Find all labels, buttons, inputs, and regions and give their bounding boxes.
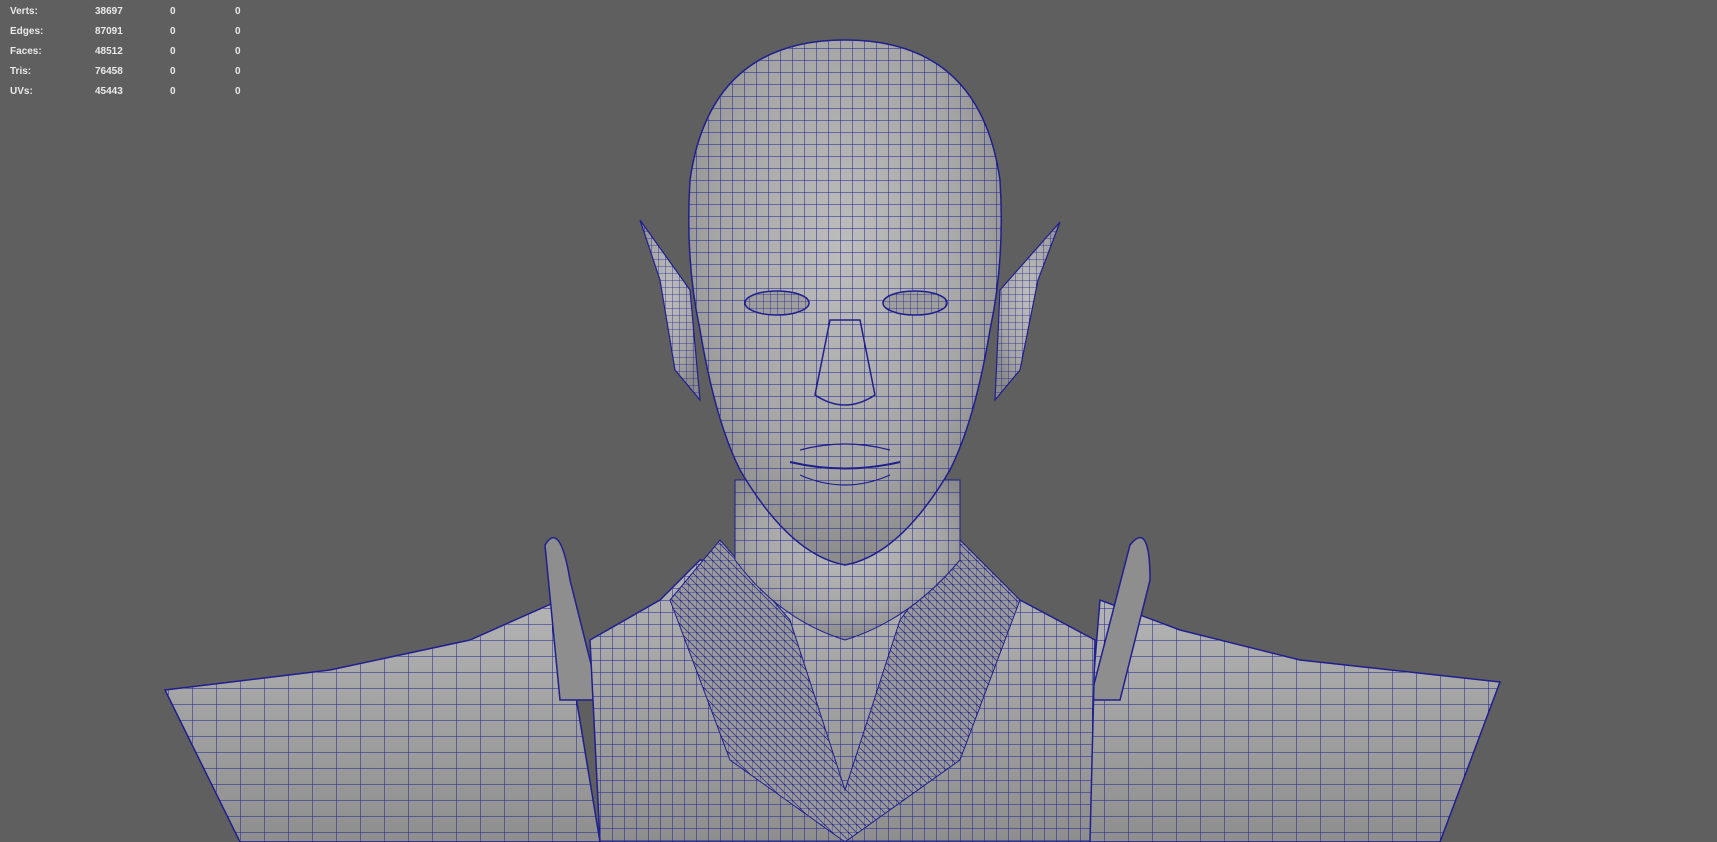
hud-label: Edges: <box>10 26 44 37</box>
hud-row-tris: Tris: 76458 0 0 <box>10 62 275 82</box>
right-pauldron <box>1079 537 1502 842</box>
hud-component: 0 <box>235 46 241 57</box>
hud-row-uvs: UVs: 45443 0 0 <box>10 82 275 102</box>
hud-component: 0 <box>235 6 241 17</box>
hud-label: Tris: <box>10 66 32 77</box>
hud-selected: 0 <box>170 6 176 17</box>
hud-label: Verts: <box>10 6 38 17</box>
hud-selected: 0 <box>170 26 176 37</box>
hud-total: 87091 <box>95 26 123 37</box>
hud-label: Faces: <box>10 46 42 57</box>
hud-component: 0 <box>235 86 241 97</box>
hud-total: 48512 <box>95 46 123 57</box>
hud-label: UVs: <box>10 86 33 97</box>
hud-row-faces: Faces: 48512 0 0 <box>10 42 275 62</box>
poly-count-hud: Verts: 38697 0 0 Edges: 87091 0 0 Faces:… <box>10 2 275 102</box>
hud-row-edges: Edges: 87091 0 0 <box>10 22 275 42</box>
hud-component: 0 <box>235 66 241 77</box>
hud-component: 0 <box>235 26 241 37</box>
mesh-render <box>163 39 1502 842</box>
hud-total: 45443 <box>95 86 123 97</box>
viewport-3d[interactable] <box>0 0 1717 842</box>
hud-total: 76458 <box>95 66 123 77</box>
hud-total: 38697 <box>95 6 123 17</box>
hud-row-verts: Verts: 38697 0 0 <box>10 2 275 22</box>
hud-selected: 0 <box>170 66 176 77</box>
right-ear <box>994 221 1061 402</box>
left-pauldron <box>163 537 601 842</box>
hud-selected: 0 <box>170 46 176 57</box>
hud-selected: 0 <box>170 86 176 97</box>
